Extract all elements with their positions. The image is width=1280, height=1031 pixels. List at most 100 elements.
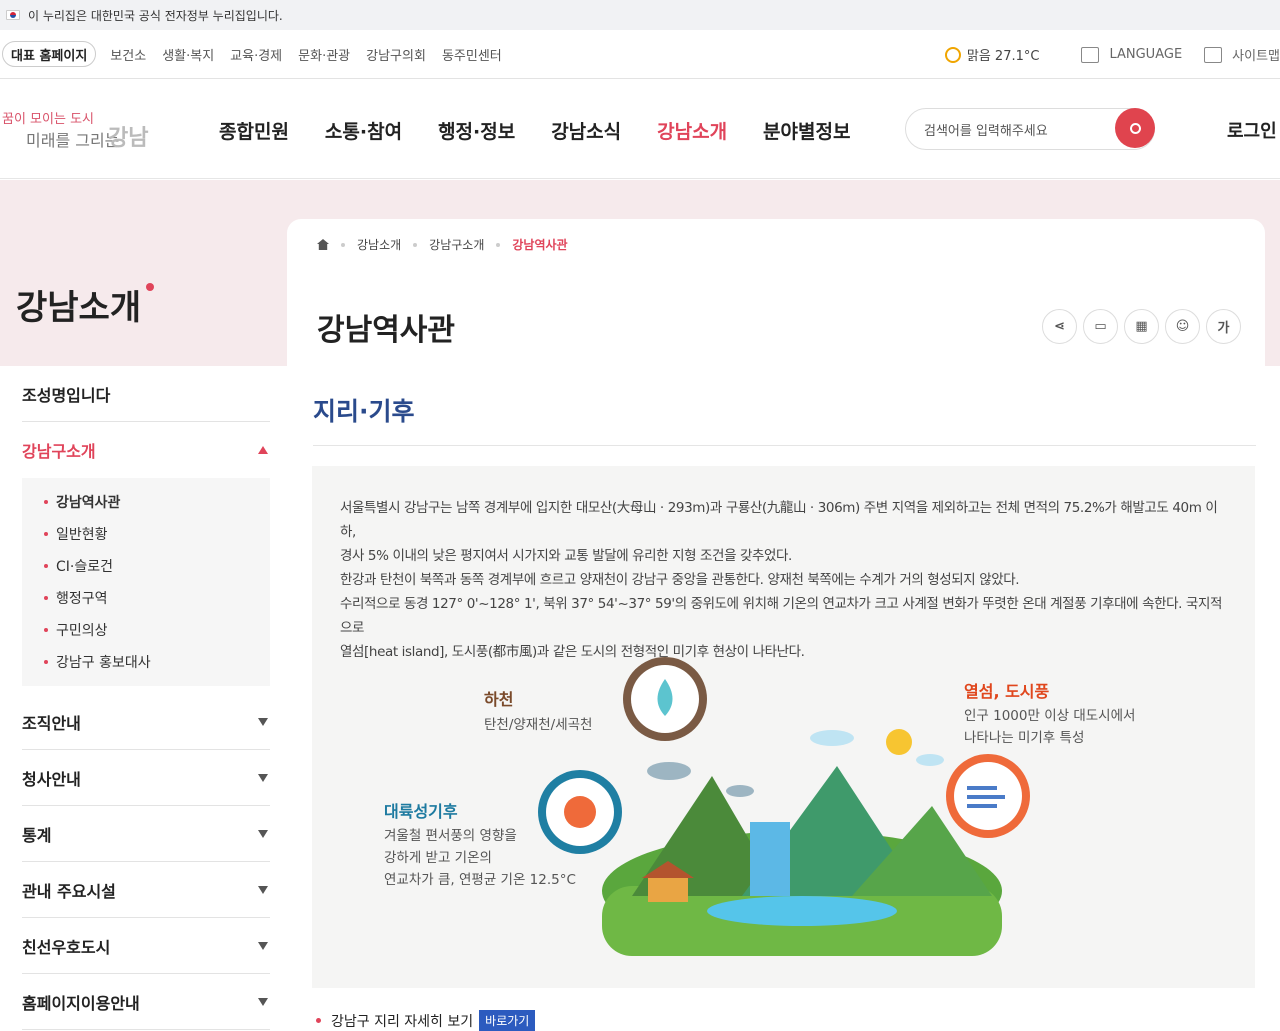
search-icon: [1129, 122, 1141, 134]
expand-arrow-icon: [258, 941, 268, 950]
page-tools: ⋖ ▭ ▦ ☺ 가: [1042, 309, 1241, 344]
main-homepage-button[interactable]: 대표 홈페이지: [2, 41, 97, 67]
continental-climate-text-3: 연교차가 큼, 연평균 기온 12.5°C: [384, 872, 576, 888]
language-icon: [1081, 46, 1100, 63]
language-button[interactable]: LANGUAGE: [1081, 46, 1183, 63]
collapse-arrow-icon: [258, 446, 268, 454]
weather: 맑음 27.1°C: [944, 45, 1040, 64]
text-to-speech-icon[interactable]: ☺: [1165, 309, 1200, 344]
gov-notice-text[interactable]: 이 누리집은 대한민국 공식 전자정부 누리집입니다.: [28, 7, 283, 24]
sitemap-icon: [1204, 46, 1223, 63]
util-link[interactable]: 생활·복지: [162, 45, 214, 64]
hero-title: 강남소개: [16, 288, 142, 328]
sitemap-button[interactable]: 사이트맵: [1204, 45, 1280, 64]
utility-bar: 대표 홈페이지 보건소 생활·복지 교육·경제 문화·관광 강남구의회 동주민센…: [0, 30, 1280, 79]
qr-code-icon[interactable]: ▦: [1124, 309, 1159, 344]
language-label: LANGUAGE: [1109, 47, 1183, 62]
print-icon[interactable]: ▭: [1083, 309, 1118, 344]
continental-climate-text-1: 겨울철 편서풍의 영향을: [384, 828, 517, 844]
sitemap-label: 사이트맵: [1232, 49, 1280, 64]
logo-line2: 미래를 그리는: [26, 131, 120, 150]
util-link[interactable]: 문화·관광: [298, 45, 350, 64]
expand-arrow-icon: [258, 997, 268, 1006]
continental-climate-title: 대륙성기후: [384, 802, 458, 821]
share-icon[interactable]: ⋖: [1042, 309, 1077, 344]
submenu-item[interactable]: 구민의상: [44, 614, 270, 646]
lnb-label: 청사안내: [22, 769, 81, 789]
logo-line3: 강남: [108, 126, 149, 151]
lnb-item[interactable]: 조성명입니다: [22, 366, 270, 422]
landscape-illustration: [602, 766, 1002, 956]
util-link[interactable]: 보건소: [110, 45, 146, 64]
heat-island-icon: [946, 754, 1030, 838]
weather-text: 맑음 27.1°C: [966, 49, 1040, 64]
sun-icon: [944, 46, 961, 63]
more-text: 강남구 지리 자세히 보기: [331, 1013, 474, 1030]
menu-item-active[interactable]: 강남소개: [657, 117, 727, 144]
lnb-label: 홈페이지이용안내: [22, 993, 140, 1013]
breadcrumb-current[interactable]: 강남역사관: [512, 236, 567, 253]
expand-arrow-icon: [258, 829, 268, 838]
heat-island-text-2: 나타나는 미기후 특성: [964, 730, 1085, 746]
lnb-submenu: 강남역사관 일반현황 CI·슬로건 행정구역 구민의상 강남구 홍보대사: [22, 478, 270, 686]
utility-right: 맑음 27.1°C LANGUAGE 사이트맵: [944, 30, 1280, 79]
go-button[interactable]: 바로가기: [479, 1010, 536, 1031]
main-menu: 종합민원 소통·참여 행정·정보 강남소식 강남소개 분야별정보: [219, 117, 886, 144]
lnb-label: 친선우호도시: [22, 937, 111, 957]
util-link[interactable]: 동주민센터: [442, 45, 502, 64]
lnb-item[interactable]: 친선우호도시: [22, 918, 270, 974]
river-text: 탄천/양재천/세곡천: [484, 717, 593, 733]
river-icon: [623, 657, 707, 741]
submenu-item[interactable]: 강남구 홍보대사: [44, 646, 270, 678]
home-icon[interactable]: [317, 239, 329, 250]
lnb-item-open[interactable]: 강남구소개: [22, 422, 270, 478]
menu-item[interactable]: 소통·참여: [325, 117, 402, 144]
left-navigation: 조성명입니다 강남구소개 강남역사관 일반현황 CI·슬로건 행정구역 구민의상…: [22, 366, 270, 1030]
search-button[interactable]: [1115, 108, 1155, 148]
continental-climate-text-2: 강하게 받고 기온의: [384, 850, 492, 866]
section-title: 지리·기후: [313, 397, 415, 426]
util-link[interactable]: 강남구의회: [366, 45, 426, 64]
geography-illustration: [538, 657, 1030, 956]
more-link-row: 강남구 지리 자세히 보기 바로가기: [316, 1010, 536, 1031]
gangnam-logo[interactable]: 꿈이 모이는 도시 미래를 그리는 강남: [2, 108, 152, 152]
submenu-item[interactable]: 일반현황: [44, 518, 270, 550]
logo-line1: 꿈이 모이는 도시: [2, 112, 94, 127]
korea-flag-icon: [6, 10, 20, 20]
menu-item[interactable]: 분야별정보: [763, 117, 850, 144]
expand-arrow-icon: [258, 773, 268, 782]
page-title: 강남역사관: [317, 313, 455, 348]
geography-info-box: 서울특별시 강남구는 남쪽 경계부에 입지한 대모산(大母山 · 293m)과 …: [312, 466, 1255, 988]
lnb-label: 조직안내: [22, 713, 81, 733]
river-title: 하천: [484, 690, 514, 709]
heat-island-title: 열섬, 도시풍: [964, 682, 1050, 701]
lnb-label: 통계: [22, 825, 52, 845]
expand-arrow-icon: [258, 885, 268, 894]
breadcrumb-item[interactable]: 강남소개: [357, 236, 401, 253]
lnb-item[interactable]: 통계: [22, 806, 270, 862]
submenu-item-active[interactable]: 강남역사관: [44, 486, 270, 518]
menu-item[interactable]: 행정·정보: [438, 117, 515, 144]
lnb-item[interactable]: 조직안내: [22, 694, 270, 750]
bullet-icon: [316, 1018, 321, 1023]
util-link[interactable]: 교육·경제: [230, 45, 282, 64]
lnb-label: 관내 주요시설: [22, 881, 116, 901]
lnb-item[interactable]: 관내 주요시설: [22, 862, 270, 918]
submenu-item[interactable]: CI·슬로건: [44, 550, 270, 582]
breadcrumb-separator: [413, 242, 418, 247]
lnb-label: 조성명입니다: [22, 385, 111, 405]
login-link[interactable]: 로그인: [1227, 117, 1277, 143]
menu-item[interactable]: 종합민원: [219, 117, 289, 144]
sun-illustration: [886, 729, 912, 755]
breadcrumb-item[interactable]: 강남구소개: [429, 236, 484, 253]
lnb-label: 강남구소개: [22, 442, 96, 461]
lnb-item[interactable]: 청사안내: [22, 750, 270, 806]
menu-item[interactable]: 강남소식: [551, 117, 621, 144]
font-size-button[interactable]: 가: [1206, 309, 1241, 344]
breadcrumb: 강남소개 강남구소개 강남역사관: [317, 236, 568, 253]
submenu-item[interactable]: 행정구역: [44, 582, 270, 614]
expand-arrow-icon: [258, 717, 268, 726]
utility-links: 보건소 생활·복지 교육·경제 문화·관광 강남구의회 동주민센터: [110, 45, 517, 64]
heat-island-text-1: 인구 1000만 이상 대도시에서: [964, 708, 1136, 724]
lnb-item[interactable]: 홈페이지이용안내: [22, 974, 270, 1030]
